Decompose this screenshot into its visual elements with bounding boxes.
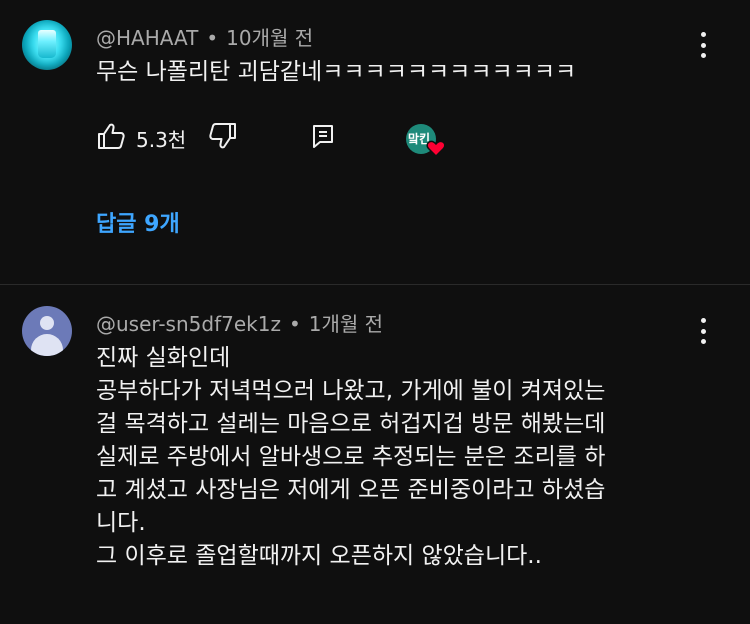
comment-text: 무슨 나폴리탄 괴담같네ㅋㅋㅋㅋㅋㅋㅋㅋㅋㅋㅋㅋ	[96, 59, 577, 85]
comment-text: 진짜 실화인데 공부하다가 저녁먹으러 나왔고, 가게에 불이 켜져있는 걸 목…	[96, 342, 736, 573]
author-name[interactable]: @HAHAAT	[96, 26, 198, 50]
comment-meta: @HAHAAT • 10개월 전	[96, 22, 313, 51]
avatar-image	[38, 30, 56, 58]
comment-line: 실제로 주방에서 알바생으로 추정되는 분은 조리를 하	[96, 444, 606, 470]
default-avatar-icon	[40, 316, 54, 330]
view-replies-button[interactable]: 답글 9개	[96, 206, 180, 238]
author-name[interactable]: @user-sn5df7ek1z	[96, 312, 281, 336]
comment-line: 걸 목격하고 설레는 마음으로 허겁지겁 방문 해봤는데	[96, 411, 606, 437]
like-icon[interactable]	[96, 122, 126, 154]
more-options-icon[interactable]	[699, 32, 707, 58]
comment-line: 니다.	[96, 510, 146, 536]
comment-line: 고 계셨고 사장님은 저에게 오픈 준비중이라고 하셨습	[96, 477, 606, 503]
comment-actions: 5.3천	[96, 120, 336, 156]
comment-meta: @user-sn5df7ek1z • 1개월 전	[96, 308, 383, 337]
timestamp[interactable]: 10개월 전	[226, 26, 313, 50]
avatar[interactable]	[22, 20, 72, 70]
reply-icon[interactable]	[310, 123, 336, 153]
comment-line: 공부하다가 저녁먹으러 나왔고, 가게에 불이 켜져있는	[96, 378, 606, 404]
more-options-icon[interactable]	[699, 318, 707, 344]
like-count: 5.3천	[136, 127, 187, 152]
timestamp[interactable]: 1개월 전	[309, 312, 383, 336]
comment-line: 그 이후로 졸업할때까지 오픈하지 않았습니다..	[96, 543, 542, 569]
divider	[0, 284, 750, 285]
meta-separator: •	[206, 26, 219, 50]
meta-separator: •	[288, 312, 301, 336]
dislike-icon[interactable]	[208, 122, 238, 154]
avatar[interactable]	[22, 306, 72, 356]
comment-line: 진짜 실화인데	[96, 345, 231, 371]
heart-icon	[426, 140, 446, 158]
